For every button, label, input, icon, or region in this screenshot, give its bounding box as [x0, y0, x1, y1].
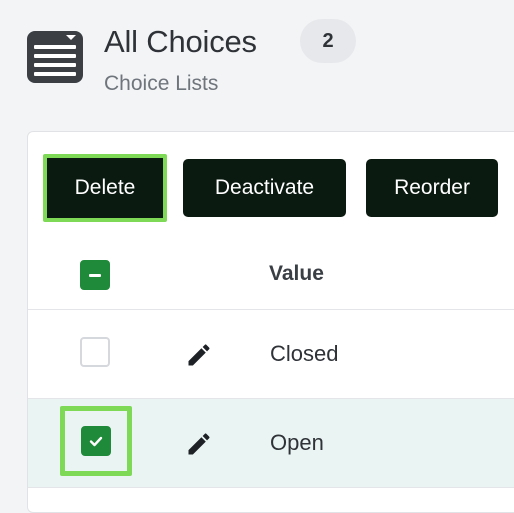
deactivate-button[interactable]: Deactivate — [183, 159, 346, 217]
select-all-checkbox[interactable] — [80, 260, 110, 290]
page-title: All Choices — [104, 24, 257, 59]
pencil-icon[interactable] — [185, 341, 213, 369]
table-header: Value — [28, 242, 514, 310]
minus-icon — [89, 273, 101, 277]
table-row: Closed — [28, 310, 514, 399]
table-row: Open — [28, 399, 514, 488]
count-badge: 2 — [300, 19, 356, 63]
list-box-icon — [27, 31, 83, 83]
row-checkbox[interactable] — [81, 426, 111, 456]
page-header: All Choices 2 Choice Lists — [0, 0, 514, 130]
cell-value: Closed — [270, 341, 339, 366]
cell-value: Open — [270, 430, 324, 455]
choices-panel: Delete Deactivate Reorder Value Closed O… — [27, 131, 514, 513]
reorder-button[interactable]: Reorder — [366, 159, 498, 217]
delete-button-highlight: Delete — [43, 154, 167, 222]
column-header-value[interactable]: Value — [269, 262, 324, 286]
row-checkbox-highlight — [60, 406, 132, 476]
row-checkbox[interactable] — [80, 337, 110, 367]
pencil-icon[interactable] — [185, 430, 213, 458]
page-subtitle: Choice Lists — [104, 72, 219, 95]
check-icon — [89, 436, 103, 447]
delete-button[interactable]: Delete — [52, 161, 158, 215]
